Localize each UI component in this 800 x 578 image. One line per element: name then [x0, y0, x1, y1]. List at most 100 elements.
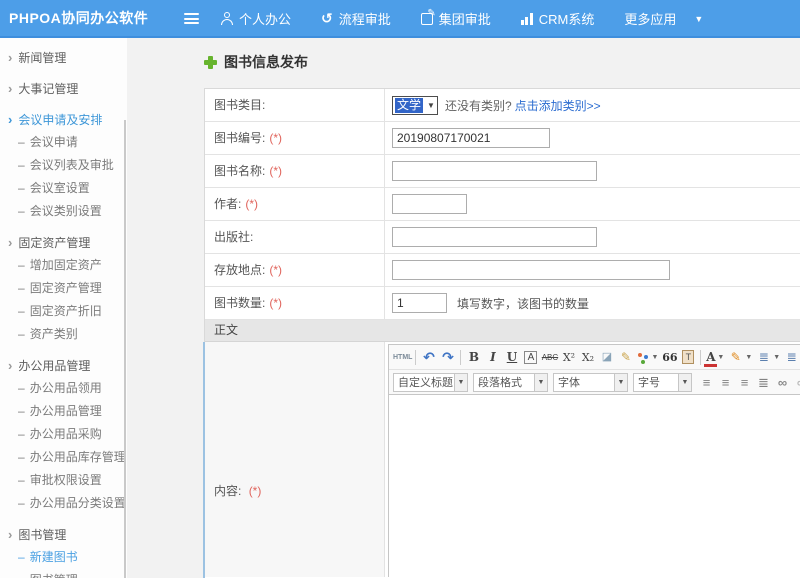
paste-plain-icon[interactable]: T: [682, 350, 694, 364]
sidebar-group-books[interactable]: ›图书管理: [0, 523, 127, 546]
sidebar-item-meeting-category[interactable]: –会议类别设置: [0, 200, 127, 223]
quantity-input[interactable]: [392, 293, 447, 313]
sidebar-group-office-supplies[interactable]: ›办公用品管理: [0, 354, 127, 377]
sidebar-item-supplies-purchase[interactable]: –办公用品采购: [0, 423, 127, 446]
book-number-input[interactable]: [392, 128, 550, 148]
undo-icon[interactable]: ↶: [419, 346, 438, 369]
main-content: 图书信息发布 图书类目: 文学 ▼ 还没有类别? 点击添加类别>> 图书编号: (…: [127, 38, 800, 578]
caret-down-icon[interactable]: ▼: [651, 354, 658, 361]
page-title: 图书信息发布: [204, 52, 308, 72]
sidebar-item-approval-permission[interactable]: –审批权限设置: [0, 469, 127, 492]
sidebar-item-supplies-claim[interactable]: –办公用品领用: [0, 377, 127, 400]
nav-label: CRM系统: [539, 9, 595, 28]
required-marker: (*): [269, 296, 282, 310]
location-input[interactable]: [392, 260, 670, 280]
publisher-input[interactable]: [392, 227, 597, 247]
sidebar-group-events[interactable]: ›大事记管理: [0, 77, 127, 100]
justify-icon[interactable]: ≣: [754, 371, 773, 394]
chevron-right-icon: ›: [8, 50, 12, 65]
font-border-icon[interactable]: A: [524, 351, 537, 364]
superscript-icon[interactable]: X²: [559, 346, 578, 369]
rich-text-editor: HTML ↶ ↷ B I U A ABC X² X₂ ◪ ✎: [388, 344, 800, 577]
align-right-icon[interactable]: ≡: [735, 371, 754, 394]
chevron-right-icon: ›: [8, 527, 12, 542]
nav-item-more-apps[interactable]: 更多应用 ▼: [624, 9, 703, 28]
category-select[interactable]: 文学 ▼: [392, 96, 438, 115]
unordered-list-icon[interactable]: ≣: [782, 346, 800, 369]
sidebar-scrollbar[interactable]: [124, 120, 126, 578]
sidebar: ›新闻管理 ›大事记管理 ›会议申请及安排 –会议申请 –会议列表及审批 –会议…: [0, 38, 127, 578]
underline-icon[interactable]: U: [502, 346, 521, 369]
font-color-icon[interactable]: A: [704, 350, 717, 367]
sidebar-group-fixed-assets[interactable]: ›固定资产管理: [0, 231, 127, 254]
font-size-select[interactable]: 字号▼: [633, 373, 692, 392]
html-source-button[interactable]: HTML: [393, 346, 412, 369]
nav-item-personal-office[interactable]: 个人办公: [220, 9, 291, 28]
form-row-content: 内容: (*) HTML ↶ ↷ B I U A ABC: [205, 342, 800, 577]
required-marker: (*): [245, 197, 258, 211]
add-category-link[interactable]: 点击添加类别>>: [515, 97, 601, 114]
top-bar: PHPOA协同办公软件 个人办公 ↺ 流程审批 ✎ 集团审批 CRM系统 更多应…: [0, 0, 800, 38]
sidebar-item-supplies-category[interactable]: –办公用品分类设置: [0, 492, 127, 515]
sidebar-item-book-manage[interactable]: –图书管理: [0, 569, 127, 578]
blockquote-icon[interactable]: 66: [660, 346, 679, 369]
editor-content-area[interactable]: [389, 395, 800, 577]
caret-down-icon[interactable]: ▼: [773, 354, 780, 361]
sidebar-item-asset-manage[interactable]: –固定资产管理: [0, 277, 127, 300]
form-row-publisher: 出版社:: [205, 221, 800, 254]
nav-label: 更多应用: [624, 9, 676, 28]
bold-icon[interactable]: B: [464, 346, 483, 369]
section-header-body: 正文: [205, 320, 800, 342]
top-nav: 个人办公 ↺ 流程审批 ✎ 集团审批 CRM系统 更多应用 ▼: [220, 0, 703, 37]
ordered-list-icon[interactable]: ≣: [754, 346, 773, 369]
nav-item-group-approval[interactable]: ✎ 集团审批: [421, 9, 491, 28]
align-center-icon[interactable]: ≡: [716, 371, 735, 394]
strikethrough-icon[interactable]: ABC: [540, 346, 559, 369]
format-brush-icon[interactable]: ✎: [616, 346, 635, 369]
quantity-hint: 填写数字，该图书的数量: [457, 295, 589, 312]
nav-item-crm[interactable]: CRM系统: [521, 9, 595, 28]
sidebar-item-new-book[interactable]: –新建图书: [0, 546, 127, 569]
sidebar-item-add-asset[interactable]: –增加固定资产: [0, 254, 127, 277]
nav-label: 流程审批: [339, 9, 391, 28]
link-icon[interactable]: ∞: [773, 371, 792, 394]
caret-down-icon[interactable]: ▼: [717, 354, 724, 361]
app-logo: PHPOA协同办公软件: [9, 0, 148, 37]
book-form: 图书类目: 文学 ▼ 还没有类别? 点击添加类别>> 图书编号:(*) 图书名称…: [204, 88, 800, 578]
sidebar-group-meeting[interactable]: ›会议申请及安排: [0, 108, 127, 131]
book-name-input[interactable]: [392, 161, 597, 181]
italic-icon[interactable]: I: [483, 346, 502, 369]
sidebar-item-supplies-stock[interactable]: –办公用品库存管理: [0, 446, 127, 469]
sidebar-item-meeting-room[interactable]: –会议室设置: [0, 177, 127, 200]
category-hint: 还没有类别?: [445, 97, 512, 114]
field-label: 图书类目:: [214, 98, 265, 112]
sidebar-item-asset-category[interactable]: –资产类别: [0, 323, 127, 346]
author-input[interactable]: [392, 194, 467, 214]
sidebar-item-supplies-manage[interactable]: –办公用品管理: [0, 400, 127, 423]
sidebar-item-meeting-list[interactable]: –会议列表及审批: [0, 154, 127, 177]
sidebar-item-meeting-apply[interactable]: –会议申请: [0, 131, 127, 154]
eraser-icon[interactable]: ◪: [597, 346, 616, 369]
redo-icon[interactable]: ↷: [438, 346, 457, 369]
font-family-select[interactable]: 字体▼: [553, 373, 628, 392]
caret-down-icon: ▼: [694, 14, 703, 24]
nav-item-process-approval[interactable]: ↺ 流程审批: [321, 9, 391, 28]
unlink-icon[interactable]: ∞: [792, 371, 800, 394]
paragraph-format-select[interactable]: 段落格式▼: [473, 373, 548, 392]
field-label: 图书编号:: [214, 131, 265, 145]
form-row-book-number: 图书编号: (*): [205, 122, 800, 155]
editor-toolbar-row2: 自定义标题▼ 段落格式▼ 字体▼ 字号▼ ≡ ≡ ≡ ≣ ∞ ∞: [389, 370, 800, 395]
custom-title-select[interactable]: 自定义标题▼: [393, 373, 468, 392]
form-row-location: 存放地点:(*): [205, 254, 800, 287]
highlight-icon[interactable]: ✎: [726, 346, 745, 369]
sidebar-group-news[interactable]: ›新闻管理: [0, 46, 127, 69]
scrawl-icon[interactable]: [636, 350, 650, 364]
hamburger-menu-icon[interactable]: [184, 13, 199, 25]
required-marker: (*): [269, 263, 282, 277]
align-left-icon[interactable]: ≡: [697, 371, 716, 394]
caret-down-icon[interactable]: ▼: [745, 354, 752, 361]
user-icon: [220, 12, 233, 25]
subscript-icon[interactable]: X₂: [578, 346, 597, 369]
required-marker: (*): [269, 131, 282, 145]
sidebar-item-asset-depreciation[interactable]: –固定资产折旧: [0, 300, 127, 323]
